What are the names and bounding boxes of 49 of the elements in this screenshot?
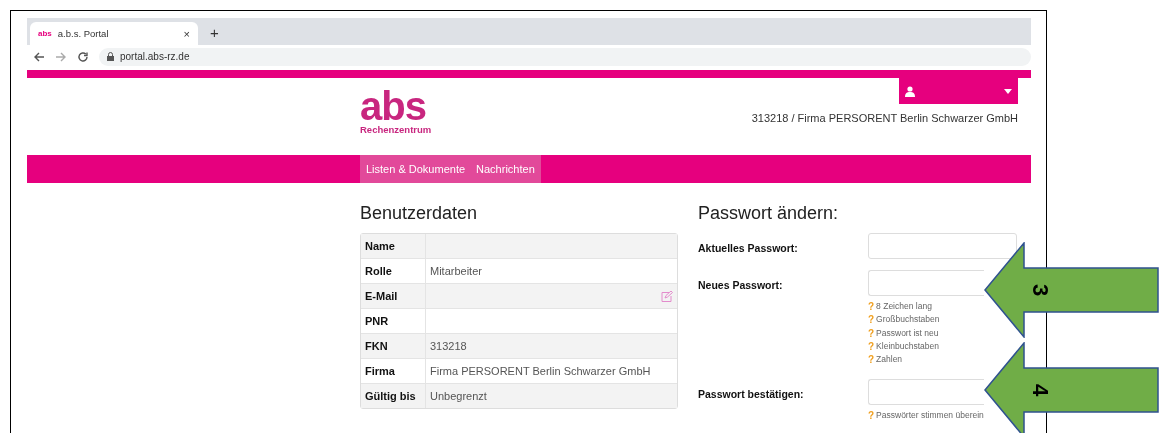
row-value: Firma PERSORENT Berlin Schwarzer GmbH: [430, 365, 651, 377]
row-value: 313218: [430, 340, 467, 352]
hint-text: 8 Zeichen lang: [876, 300, 932, 313]
hint-icon: ?: [868, 353, 875, 367]
hint-icon: ?: [868, 409, 875, 423]
user-menu-button[interactable]: [899, 78, 1018, 104]
row-label: Gültig bis: [361, 384, 426, 408]
tab-close-button[interactable]: ×: [183, 27, 190, 40]
caret-icon: [1004, 88, 1012, 94]
hint-icon: ?: [868, 313, 875, 327]
back-icon[interactable]: [33, 50, 45, 63]
logo-subtitle: Rechenzentrum: [360, 124, 433, 135]
new-tab-button[interactable]: +: [210, 24, 219, 41]
hint-text: Zahlen: [876, 353, 903, 367]
lock-icon: [107, 52, 114, 61]
field-label: Passwort bestätigen:: [698, 387, 805, 403]
section-title: Passwort ändern:: [698, 203, 840, 224]
tab-title: a.b.s. Portal: [57, 28, 110, 39]
password-field[interactable]: [868, 270, 984, 296]
reload-icon[interactable]: [77, 50, 89, 63]
browser-tab[interactable]: abs a.b.s. Portal ×: [30, 22, 198, 45]
field-label: Aktuelles Passwort:: [698, 241, 799, 256]
callout-number: 4: [1030, 382, 1050, 399]
address-bar[interactable]: portal.abs-rz.de: [99, 47, 1031, 66]
row-value: Unbegrenzt: [430, 390, 487, 402]
hint-icon: ?: [868, 326, 875, 340]
password-field[interactable]: [868, 233, 1017, 259]
favicon: abs: [38, 29, 52, 38]
hint-text: Kleinbuchstaben: [876, 339, 939, 353]
section-title: Benutzerdaten: [360, 203, 479, 224]
hint-icon: ?: [868, 339, 875, 354]
hint-text: Großbuchstaben: [876, 313, 940, 327]
field-label: Neues Passwort:: [698, 278, 784, 293]
nav-link[interactable]: Nachrichten: [476, 163, 535, 175]
hint-text: Passwörter stimmen überein: [876, 409, 984, 423]
edit-icon[interactable]: [661, 290, 673, 302]
callout-number: 3: [1030, 282, 1050, 299]
row-label: Name: [361, 234, 426, 258]
hint-icon: ?: [868, 300, 875, 314]
hint-text: Passwort ist neu: [876, 326, 939, 340]
password-field[interactable]: [868, 379, 984, 406]
nav-link[interactable]: Listen & Dokumente: [366, 163, 466, 175]
row-value: Mitarbeiter: [430, 265, 482, 277]
logo: abs: [360, 88, 426, 124]
user-icon: [905, 85, 915, 97]
account-label: 313218 / Firma PERSORENT Berlin Schwarzer GmbH: [751, 112, 1018, 124]
row-label: E-Mail: [361, 284, 426, 308]
row-label: FKN: [361, 334, 426, 358]
forward-icon[interactable]: [55, 50, 67, 63]
